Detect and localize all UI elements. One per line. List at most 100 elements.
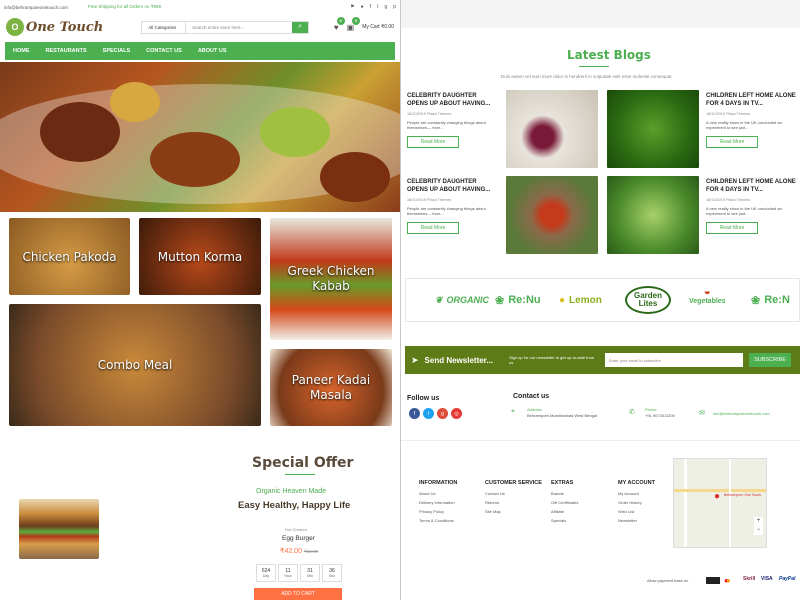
- payment-label: Allow payment base on: [647, 578, 689, 583]
- facebook-icon[interactable]: f: [409, 408, 420, 419]
- pinterest-icon[interactable]: p: [393, 4, 396, 10]
- footer-link[interactable]: About Us: [419, 491, 457, 496]
- topbar-email[interactable]: info@behrampoieonetouch.com: [4, 5, 68, 10]
- facebook-icon[interactable]: f: [370, 4, 371, 10]
- countdown-hour: 11 Hour: [278, 564, 298, 582]
- tile-label: Mutton Korma: [157, 249, 243, 264]
- map-zoom-controls[interactable]: + −: [754, 517, 763, 535]
- footer-link[interactable]: Affiliate: [551, 509, 578, 514]
- tile-label: Combo Meal: [97, 358, 173, 372]
- blog-image-onion[interactable]: [506, 90, 598, 168]
- category-tile-chicken-pakoda[interactable]: Chicken Pakoda: [9, 218, 130, 295]
- footer-link[interactable]: My Account: [618, 491, 655, 496]
- footer-link[interactable]: Wish List: [618, 509, 655, 514]
- map-road: [674, 489, 766, 492]
- site-logo[interactable]: O One Touch: [6, 18, 103, 36]
- subscribe-button[interactable]: SUBSCRIBE: [749, 353, 792, 367]
- tile-label: Greek Chicken Kabab: [287, 264, 375, 293]
- blog-post-title[interactable]: CELEBRITY DAUGHTER OPENS UP ABOUT HAVING…: [407, 92, 499, 108]
- cart-icon[interactable]: ▣ 0: [347, 16, 361, 32]
- nav-restaurants[interactable]: RESTAURANTS: [38, 48, 95, 54]
- google-plus-icon[interactable]: g: [437, 408, 448, 419]
- twitter-icon[interactable]: t: [377, 4, 378, 10]
- footer-link[interactable]: Terms & Conditions: [419, 518, 457, 523]
- blog-post-excerpt: People are constantly changing things ab…: [407, 206, 486, 216]
- google-plus-icon[interactable]: g: [384, 4, 387, 10]
- map-pin-label: Behrampore One Touch: [724, 493, 762, 497]
- product-name[interactable]: Egg Burger: [282, 535, 315, 542]
- instagram-icon[interactable]: ◎: [451, 408, 462, 419]
- blog-post-title[interactable]: CELEBRITY DAUGHTER OPENS UP ABOUT HAVING…: [407, 178, 499, 194]
- footer-link[interactable]: Site Map: [485, 509, 542, 514]
- footer-col-title: EXTRAS: [551, 480, 574, 486]
- footer-link[interactable]: Contact Us: [485, 491, 542, 496]
- blog-image-pepper-plant[interactable]: [607, 90, 699, 168]
- flag-icon[interactable]: ⚑: [350, 4, 354, 10]
- blog-image-lettuce[interactable]: [607, 176, 699, 254]
- add-to-cart-button[interactable]: ADD TO CART: [254, 588, 342, 600]
- product-old-price: ₹62.00: [304, 549, 319, 554]
- read-more-button[interactable]: Read More: [407, 136, 459, 148]
- footer-link[interactable]: Order History: [618, 500, 655, 505]
- brand-logo-vegetables[interactable]: ◒ Vegetables: [689, 284, 726, 320]
- read-more-button[interactable]: Read More: [706, 222, 758, 234]
- email-icon: ✉: [699, 410, 705, 417]
- category-tile-combo-meal[interactable]: Combo Meal: [9, 304, 261, 426]
- search-category-select[interactable]: All Categories: [142, 21, 187, 33]
- blog-date: 18/10/2019: [407, 112, 427, 116]
- category-tile-greek-chicken-kabab[interactable]: Greek Chicken Kabab: [270, 218, 392, 340]
- map-pin-icon[interactable]: ●: [714, 491, 720, 502]
- nav-home[interactable]: HOME: [5, 48, 38, 54]
- countdown-unit: Hour: [284, 574, 292, 578]
- read-more-button[interactable]: Read More: [407, 222, 459, 234]
- brand-logo-organic[interactable]: ❦ ORGANIC: [435, 282, 489, 318]
- twitter-icon[interactable]: t: [423, 408, 434, 419]
- brand-name: Re:N: [764, 294, 790, 306]
- footer-col-extras: EXTRAS Brands Gift Certificates Affiliat…: [551, 480, 578, 527]
- brand-name: Vegetables: [689, 298, 726, 305]
- phone-value[interactable]: +91 9073411200: [645, 413, 675, 418]
- read-more-button[interactable]: Read More: [706, 136, 758, 148]
- footer-link[interactable]: Privacy Policy: [419, 509, 457, 514]
- tile-label: Paneer Kadai Masala: [291, 372, 371, 402]
- contact-email[interactable]: info@behrampoieonetouch.com: [713, 411, 770, 416]
- brand-name: Re:Nu: [508, 294, 541, 306]
- footer-link[interactable]: Delivery Information: [419, 500, 457, 505]
- location-map[interactable]: ● Behrampore One Touch + −: [673, 458, 767, 548]
- newsletter-email-input[interactable]: Enter your email to subscribe: [605, 353, 744, 367]
- footer-link[interactable]: Newsletter: [618, 518, 655, 523]
- footer-link[interactable]: Gift Certificates: [551, 500, 578, 505]
- blog-post-title[interactable]: CHILDREN LEFT HOME ALONE FOR 4 DAYS IN T…: [706, 92, 798, 108]
- footer-link[interactable]: Returns: [485, 500, 542, 505]
- blog-post-excerpt: People are constantly changing things ab…: [407, 120, 486, 130]
- brand-logo-garden-lites[interactable]: Garden Lites: [625, 286, 671, 314]
- countdown-unit: Sec: [328, 574, 336, 578]
- footer-col-title: INFORMATION: [419, 480, 458, 486]
- nav-about[interactable]: ABOUT US: [190, 48, 235, 54]
- category-tile-paneer-kadai-masala[interactable]: Paneer Kadai Masala: [270, 349, 392, 426]
- footer-link[interactable]: Specials: [551, 518, 578, 523]
- hero-food-shape: [320, 152, 390, 202]
- location-icon: ⌖: [511, 408, 515, 415]
- category-tile-mutton-korma[interactable]: Mutton Korma: [139, 218, 261, 295]
- wishlist-button[interactable]: ♥ 0: [334, 16, 345, 32]
- contact-us-title: Contact us: [513, 393, 550, 400]
- cart-label[interactable]: My Cart ₹0.00: [362, 24, 394, 30]
- nav-specials[interactable]: SPECIALS: [95, 48, 139, 54]
- brand-logo-renu[interactable]: ❀ Re:Nu: [495, 282, 541, 318]
- countdown-unit: Day: [262, 574, 270, 578]
- hero-banner[interactable]: [0, 62, 400, 212]
- search-input[interactable]: Search entire store here...: [186, 22, 292, 33]
- brand-logo-lemon[interactable]: ● Lemon: [559, 282, 602, 318]
- title-underline: [579, 66, 609, 67]
- user-icon[interactable]: ●: [361, 4, 364, 10]
- blog-author: Plaza Themes: [726, 198, 751, 202]
- blog-post-title[interactable]: CHILDREN LEFT HOME ALONE FOR 4 DAYS IN T…: [706, 178, 798, 194]
- footer-link[interactable]: Brands: [551, 491, 578, 496]
- blog-image-tomatoes[interactable]: [506, 176, 598, 254]
- nav-contact[interactable]: CONTACT US: [138, 48, 190, 54]
- product-image-burger[interactable]: [19, 499, 99, 559]
- brand-logo-renu-partial[interactable]: ❀ Re:N: [751, 282, 790, 318]
- search-button[interactable]: ⌕: [292, 21, 309, 33]
- payment-card-icon: [706, 577, 720, 584]
